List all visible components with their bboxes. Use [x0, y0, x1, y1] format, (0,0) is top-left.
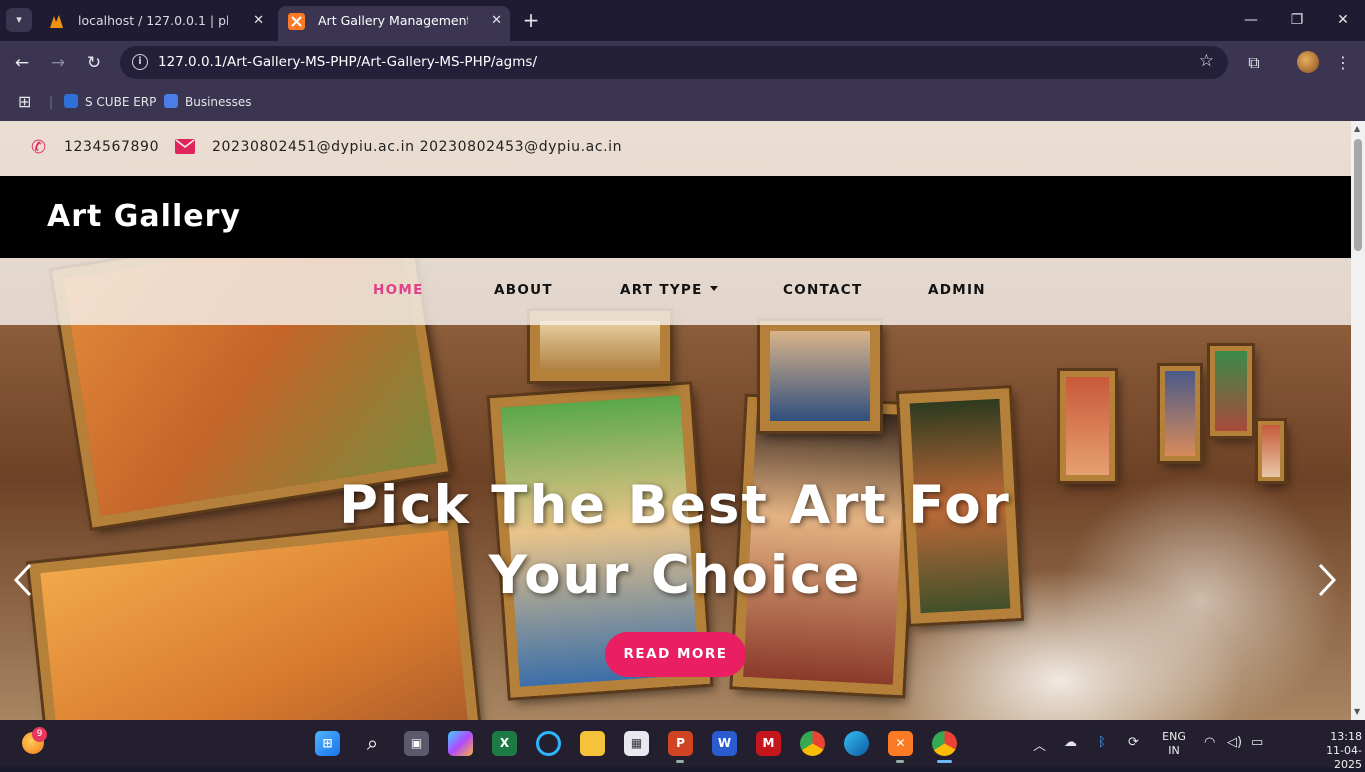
- close-tab-icon[interactable]: ✕: [491, 6, 502, 35]
- cube-icon: [64, 94, 78, 108]
- hero-title-line: Your Choice: [488, 545, 862, 606]
- nav-contact[interactable]: CONTACT: [783, 282, 863, 298]
- back-arrow-icon[interactable]: ←: [9, 50, 35, 76]
- bookmark-businesses[interactable]: Businesses: [164, 92, 252, 112]
- chrome-icon[interactable]: [800, 731, 825, 756]
- hero-title-line: Pick The Best Art For: [339, 475, 1011, 536]
- new-tab-button[interactable]: +: [520, 8, 542, 32]
- contact-email: 20230802451@dypiu.ac.in 20230802453@dypi…: [212, 139, 623, 155]
- painting: [1210, 346, 1252, 436]
- carousel-prev-icon[interactable]: [12, 563, 34, 597]
- nav-art-type[interactable]: ART TYPE: [620, 282, 718, 298]
- tab-search-icon[interactable]: ▾: [6, 8, 32, 32]
- site-info-icon[interactable]: i: [132, 54, 148, 70]
- bookmark-label: Businesses: [185, 95, 252, 109]
- address-bar[interactable]: i 127.0.0.1/Art-Gallery-MS-PHP/Art-Galle…: [120, 46, 1228, 79]
- painting: [1258, 421, 1284, 481]
- chrome-profile-icon[interactable]: [932, 731, 957, 763]
- tab-title: localhost / 127.0.0.1 | phpMyAdmin: [78, 13, 228, 28]
- weather-badge: 9: [32, 727, 47, 742]
- url-text[interactable]: 127.0.0.1/Art-Gallery-MS-PHP/Art-Gallery…: [158, 54, 537, 70]
- bookmark-s-cube-erp[interactable]: S CUBE ERP: [64, 92, 156, 112]
- clock[interactable]: 13:18 11-04-2025: [1302, 730, 1362, 772]
- sync-icon[interactable]: ⟳: [1128, 735, 1139, 750]
- windows-taskbar: 9 ⊞ ⌕ ▣ X ▦ P W M ✕ ︿ ☁ ᛒ ⟳ ENG IN ◠ ◁) …: [0, 720, 1365, 771]
- xampp-icon: [288, 13, 305, 30]
- hero-title: Pick The Best Art For Your Choice: [300, 471, 1050, 611]
- web-page: ✆ 1234567890 20230802451@dypiu.ac.in 202…: [0, 121, 1351, 720]
- file-explorer-icon[interactable]: [580, 731, 605, 756]
- forward-arrow-icon[interactable]: →: [45, 50, 71, 76]
- start-windows-icon[interactable]: ⊞: [315, 731, 340, 756]
- nav-art-type-label: ART TYPE: [620, 282, 703, 298]
- painting: [1060, 371, 1115, 481]
- alexa-icon[interactable]: [536, 731, 561, 756]
- close-window-icon[interactable]: ✕: [1328, 8, 1358, 32]
- language-line: IN: [1168, 744, 1180, 757]
- site-logo-text[interactable]: Art Gallery: [47, 199, 241, 234]
- reload-icon[interactable]: ↻: [81, 50, 107, 76]
- nav-about[interactable]: ABOUT: [494, 282, 553, 298]
- bookmarks-bar: ⊞ | S CUBE ERP Businesses: [0, 84, 1365, 121]
- tab-phpmyadmin[interactable]: localhost / 127.0.0.1 | phpMyAdmin ✕: [38, 6, 272, 36]
- microsoft-store-icon[interactable]: ▦: [624, 731, 649, 756]
- painting: [1160, 366, 1200, 461]
- businesses-icon: [164, 94, 178, 108]
- bookmark-star-icon[interactable]: ☆: [1199, 51, 1214, 71]
- clock-date: 11-04-2025: [1326, 744, 1362, 771]
- carousel-next-icon[interactable]: [1316, 563, 1338, 597]
- menu-kebab-icon[interactable]: ⋮: [1331, 51, 1355, 75]
- wifi-icon[interactable]: ◠: [1204, 735, 1215, 750]
- extensions-icon[interactable]: ⧉: [1242, 51, 1266, 75]
- onedrive-icon[interactable]: ☁: [1064, 735, 1077, 750]
- volume-icon[interactable]: ◁): [1227, 735, 1242, 750]
- excel-icon[interactable]: X: [492, 731, 517, 756]
- browser-tab-strip: ▾ localhost / 127.0.0.1 | phpMyAdmin ✕ A…: [0, 0, 1365, 41]
- copilot-icon[interactable]: [448, 731, 473, 756]
- close-tab-icon[interactable]: ✕: [253, 6, 264, 35]
- painting: [760, 321, 880, 431]
- scroll-up-icon[interactable]: ▲: [1354, 124, 1360, 133]
- scroll-down-icon[interactable]: ▼: [1354, 707, 1360, 716]
- restore-icon[interactable]: ❐: [1282, 8, 1312, 32]
- contact-phone: 1234567890: [64, 139, 160, 155]
- apps-grid-icon[interactable]: ⊞: [18, 92, 31, 112]
- read-more-button[interactable]: READ MORE: [605, 632, 746, 677]
- mcafee-icon[interactable]: M: [756, 731, 781, 756]
- nav-home[interactable]: HOME: [373, 282, 424, 298]
- scrollbar-thumb[interactable]: [1354, 139, 1362, 251]
- phpmyadmin-icon: [50, 15, 63, 28]
- bluetooth-icon[interactable]: ᛒ: [1098, 735, 1106, 750]
- tab-art-gallery[interactable]: Art Gallery Management System ✕: [278, 6, 510, 41]
- search-icon[interactable]: ⌕: [360, 731, 385, 756]
- language-line: ENG: [1162, 730, 1186, 743]
- envelope-icon: [175, 139, 195, 154]
- minimize-icon[interactable]: —: [1236, 8, 1266, 32]
- brand-header: Art Gallery: [0, 176, 1351, 258]
- page-scrollbar[interactable]: ▲ ▼: [1351, 121, 1365, 720]
- edge-icon[interactable]: [844, 731, 869, 756]
- clock-time: 13:18: [1330, 730, 1362, 743]
- xampp-icon[interactable]: ✕: [888, 731, 913, 763]
- contact-bar: ✆ 1234567890 20230802451@dypiu.ac.in 202…: [0, 121, 1351, 176]
- tab-title: Art Gallery Management System: [318, 13, 468, 28]
- dropdown-caret-icon: [709, 286, 718, 291]
- nav-admin[interactable]: ADMIN: [928, 282, 986, 298]
- language-indicator[interactable]: ENG IN: [1158, 730, 1190, 758]
- bookmark-divider: |: [49, 95, 54, 109]
- main-navigation: HOME ABOUT ART TYPE CONTACT ADMIN: [0, 258, 1351, 325]
- show-hidden-icons-chevron[interactable]: ︿: [1033, 735, 1046, 754]
- phone-icon: ✆: [31, 137, 47, 158]
- battery-icon[interactable]: ▭: [1251, 735, 1263, 750]
- bookmark-label: S CUBE ERP: [85, 95, 157, 109]
- word-icon[interactable]: W: [712, 731, 737, 756]
- browser-toolbar: ← → ↻ i 127.0.0.1/Art-Gallery-MS-PHP/Art…: [0, 41, 1365, 84]
- powerpoint-icon[interactable]: P: [668, 731, 693, 763]
- profile-avatar[interactable]: [1297, 51, 1319, 73]
- task-view-icon[interactable]: ▣: [404, 731, 429, 756]
